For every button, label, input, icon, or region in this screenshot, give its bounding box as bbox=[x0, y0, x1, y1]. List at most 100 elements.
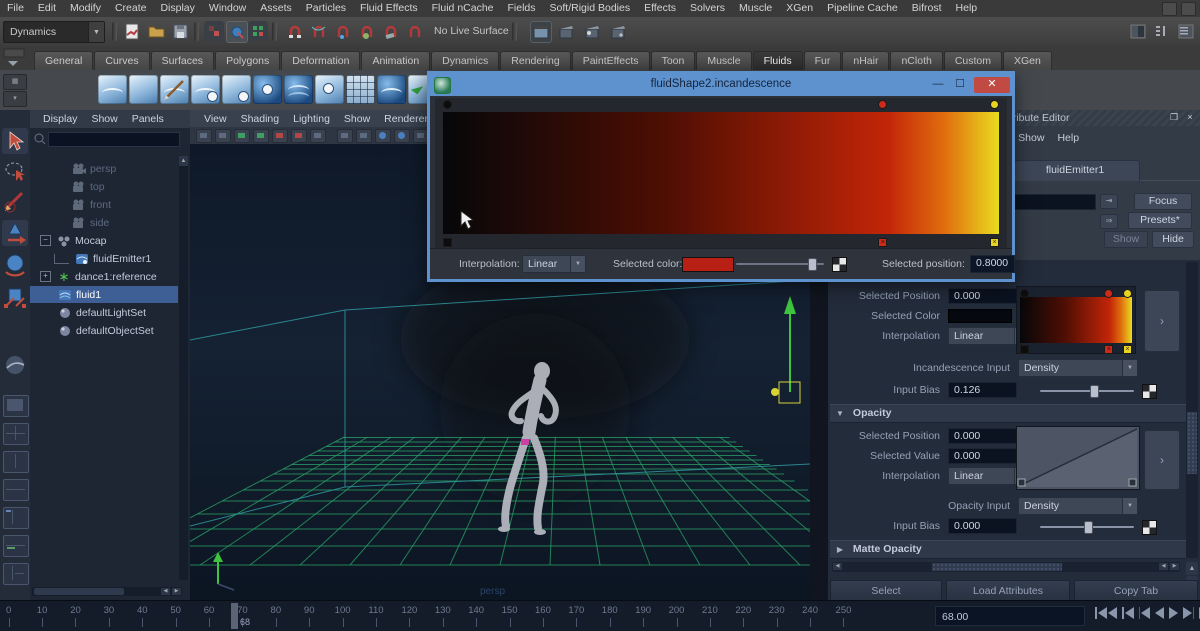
shelf-selector[interactable] bbox=[3, 48, 27, 68]
current-frame-marker[interactable] bbox=[231, 603, 238, 629]
rotate-tool[interactable] bbox=[2, 252, 28, 278]
layout-two-pane-side-button[interactable] bbox=[3, 451, 29, 473]
menu-item[interactable]: Fluid Effects bbox=[353, 0, 425, 17]
hide-button[interactable]: Hide bbox=[1152, 231, 1194, 248]
timeline-tick[interactable]: 20 bbox=[59, 605, 92, 616]
timeline-tick[interactable]: 220 bbox=[727, 605, 760, 616]
ae-menu-item[interactable]: Show bbox=[1018, 132, 1044, 144]
timeline-tick[interactable]: 120 bbox=[393, 605, 426, 616]
menu-item[interactable]: Soft/Rigid Bodies bbox=[543, 0, 638, 17]
ramp-marker[interactable] bbox=[878, 100, 887, 109]
outliner-item-default-object-set[interactable]: defaultObjectSet bbox=[30, 322, 178, 339]
ramp-marker-strip-top[interactable] bbox=[443, 98, 999, 112]
menu-item[interactable]: Solvers bbox=[683, 0, 732, 17]
outliner-item-persp[interactable]: persp bbox=[30, 160, 178, 177]
viewport-menu-item[interactable]: Renderer bbox=[378, 113, 434, 125]
layout-single-pane-button[interactable] bbox=[3, 395, 29, 417]
outliner-search-input[interactable] bbox=[49, 136, 183, 151]
scroll-left-icon[interactable]: ◀ bbox=[1159, 563, 1168, 570]
shaded-icon[interactable] bbox=[356, 129, 372, 143]
ramp-delete-marker[interactable] bbox=[443, 238, 452, 247]
lasso-tool[interactable] bbox=[2, 158, 28, 184]
timeline-tick[interactable]: 110 bbox=[359, 605, 392, 616]
outliner-item-fluid-emitter[interactable]: fluidEmitter1 bbox=[30, 250, 178, 267]
select-component-icon[interactable] bbox=[248, 21, 268, 41]
selected-color-swatch[interactable] bbox=[682, 257, 734, 272]
make-live-icon[interactable] bbox=[404, 21, 424, 41]
shelf-tab[interactable]: Polygons bbox=[215, 51, 280, 70]
wireframe-icon[interactable] bbox=[337, 129, 353, 143]
close-icon[interactable]: × bbox=[1184, 112, 1196, 123]
ramp-delete-marker[interactable]: × bbox=[1123, 345, 1132, 354]
lights-icon[interactable] bbox=[394, 129, 410, 143]
scroll-right-icon[interactable]: ▶ bbox=[172, 588, 181, 595]
viewport-menu-item[interactable]: View bbox=[198, 113, 233, 125]
outliner-horizontal-scrollbar[interactable]: ◀ ▶ bbox=[32, 587, 182, 596]
timeline-tick[interactable]: 180 bbox=[593, 605, 626, 616]
menu-item[interactable]: Display bbox=[153, 0, 201, 17]
open-scene-icon[interactable] bbox=[146, 21, 166, 41]
select-hierarchy-icon[interactable] bbox=[204, 21, 224, 41]
incandescence-ramp-preview[interactable]: ×× bbox=[1016, 286, 1136, 354]
move-tool[interactable] bbox=[2, 220, 28, 246]
opacity-selected-position-field[interactable] bbox=[948, 428, 1017, 444]
menu-item[interactable]: Create bbox=[108, 0, 154, 17]
scroll-left-icon[interactable]: ◀ bbox=[161, 588, 170, 595]
timeline-tick[interactable]: 40 bbox=[126, 605, 159, 616]
opacity-bias-slider[interactable] bbox=[1040, 526, 1134, 528]
outliner-search-field[interactable] bbox=[48, 132, 180, 147]
gate-mask-icon[interactable] bbox=[310, 129, 326, 143]
expand-icon[interactable]: + bbox=[40, 271, 51, 282]
show-button[interactable]: Show bbox=[1104, 231, 1148, 248]
play-backwards-button[interactable] bbox=[1155, 607, 1164, 619]
timeline-tick[interactable]: 190 bbox=[626, 605, 659, 616]
shelf-initial-states-icon[interactable] bbox=[346, 75, 375, 104]
timeline-tick[interactable]: 170 bbox=[560, 605, 593, 616]
shelf-tab[interactable]: Surfaces bbox=[151, 51, 214, 70]
menu-item[interactable]: XGen bbox=[779, 0, 820, 17]
viewport-menu-item[interactable]: Lighting bbox=[287, 113, 336, 125]
scroll-left-icon[interactable]: ◀ bbox=[833, 563, 842, 570]
scroll-up-icon[interactable]: ▲ bbox=[179, 156, 188, 166]
undock-icon[interactable]: ❐ bbox=[1168, 112, 1180, 123]
menu-item[interactable]: Help bbox=[949, 0, 985, 17]
bias-texture-checker-icon[interactable] bbox=[1142, 384, 1157, 399]
shelf-2d-fluid-container-icon[interactable] bbox=[129, 75, 158, 104]
opacity-selected-value-field[interactable] bbox=[948, 448, 1017, 464]
step-forward-key-button[interactable] bbox=[1183, 607, 1194, 619]
menu-item[interactable]: Assets bbox=[253, 0, 299, 17]
shelf-3d-fluid-container-icon[interactable] bbox=[98, 75, 127, 104]
scroll-right-icon[interactable]: ▶ bbox=[1170, 563, 1179, 570]
timeline-tick[interactable]: 200 bbox=[660, 605, 693, 616]
outliner-item-fluid1[interactable]: fluid1 bbox=[30, 286, 178, 303]
shelf-tab[interactable]: Toon bbox=[651, 51, 696, 70]
ramp-delete-marker[interactable] bbox=[1020, 345, 1029, 354]
presets-button[interactable]: Presets* bbox=[1128, 212, 1192, 229]
outliner-item-reference[interactable]: + ∗ dance1:reference bbox=[30, 268, 178, 285]
textured-icon[interactable] bbox=[375, 129, 391, 143]
save-scene-icon[interactable] bbox=[170, 21, 190, 41]
timeline-tick[interactable]: 250 bbox=[827, 605, 860, 616]
shelf-tab[interactable]: General bbox=[34, 51, 93, 70]
paint-selection-tool[interactable] bbox=[2, 188, 28, 214]
ipr-render-icon[interactable] bbox=[582, 21, 602, 41]
status-separator[interactable] bbox=[112, 22, 117, 41]
outliner-menu-item[interactable]: Show bbox=[86, 113, 122, 125]
opacity-bias-checker-icon[interactable] bbox=[1142, 520, 1157, 535]
timeline-tick[interactable]: 90 bbox=[293, 605, 326, 616]
attredit-horizontal-scrollbar[interactable]: ◀ ◀ ▶ bbox=[832, 562, 1180, 572]
dialog-titlebar[interactable]: fluidShape2.incandescence — ☐ ✕ bbox=[430, 74, 1012, 96]
matte-opacity-section-header[interactable]: ▶ Matte Opacity bbox=[830, 540, 1186, 559]
shelf-tab[interactable]: Animation bbox=[361, 51, 430, 70]
shelf-arrow-button[interactable]: ▾ bbox=[3, 91, 27, 107]
select-tool[interactable] bbox=[2, 128, 28, 154]
copy-tab-icon[interactable]: ⇒ bbox=[1100, 214, 1118, 229]
go-to-start-button[interactable] bbox=[1095, 607, 1117, 619]
menu-item[interactable]: Effects bbox=[637, 0, 683, 17]
outliner-item-front[interactable]: front bbox=[30, 196, 178, 213]
last-tool-used[interactable] bbox=[2, 352, 28, 378]
ramp-marker[interactable] bbox=[990, 100, 999, 109]
attribute-editor-tab[interactable]: fluidEmitter1 bbox=[1010, 160, 1140, 181]
play-forwards-button[interactable] bbox=[1169, 607, 1178, 619]
menu-item[interactable]: Muscle bbox=[732, 0, 779, 17]
